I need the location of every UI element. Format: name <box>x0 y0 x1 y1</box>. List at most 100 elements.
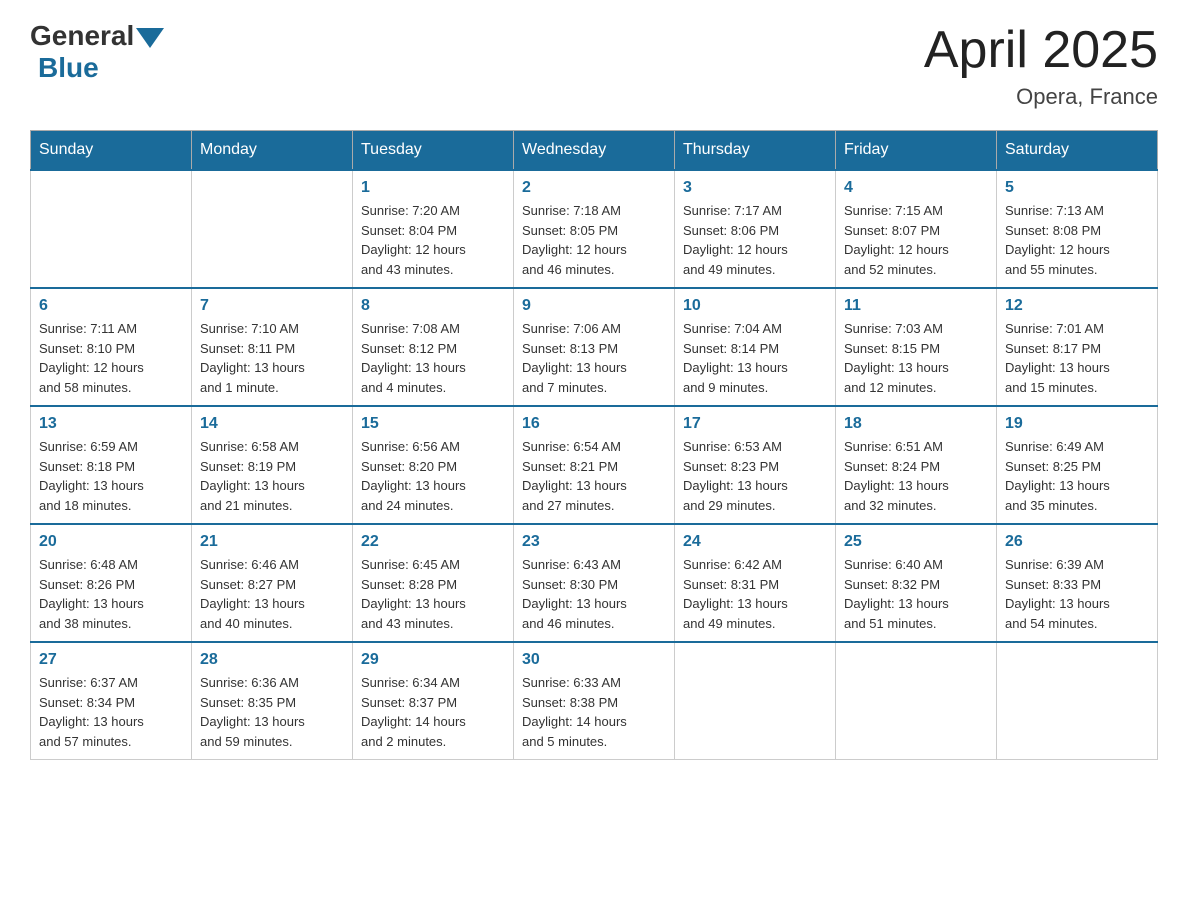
day-info: Sunrise: 6:42 AM Sunset: 8:31 PM Dayligh… <box>683 555 827 633</box>
day-number: 21 <box>200 533 344 551</box>
day-info: Sunrise: 7:18 AM Sunset: 8:05 PM Dayligh… <box>522 201 666 279</box>
day-number: 3 <box>683 179 827 197</box>
day-info: Sunrise: 6:54 AM Sunset: 8:21 PM Dayligh… <box>522 437 666 515</box>
day-info: Sunrise: 7:01 AM Sunset: 8:17 PM Dayligh… <box>1005 319 1149 397</box>
logo: General Blue <box>30 20 164 84</box>
page-header: General Blue April 2025 Opera, France <box>30 20 1158 110</box>
day-number: 26 <box>1005 533 1149 551</box>
week-row-2: 6 Sunrise: 7:11 AM Sunset: 8:10 PM Daylig… <box>31 288 1158 406</box>
calendar-cell <box>192 170 353 288</box>
day-number: 27 <box>39 651 183 669</box>
day-info: Sunrise: 7:11 AM Sunset: 8:10 PM Dayligh… <box>39 319 183 397</box>
weekday-header-tuesday: Tuesday <box>353 131 514 171</box>
day-number: 10 <box>683 297 827 315</box>
calendar-cell: 16 Sunrise: 6:54 AM Sunset: 8:21 PM Dayli… <box>514 406 675 524</box>
weekday-header-wednesday: Wednesday <box>514 131 675 171</box>
calendar-cell: 29Sunrise: 6:34 AM Sunset: 8:37 PM Dayli… <box>353 642 514 760</box>
week-row-1: 1 Sunrise: 7:20 AM Sunset: 8:04 PM Daylig… <box>31 170 1158 288</box>
calendar-cell <box>997 642 1158 760</box>
day-info: Sunrise: 6:45 AM Sunset: 8:28 PM Dayligh… <box>361 555 505 633</box>
day-info: Sunrise: 6:34 AM Sunset: 8:37 PM Dayligh… <box>361 673 505 751</box>
day-info: Sunrise: 6:33 AM Sunset: 8:38 PM Dayligh… <box>522 673 666 751</box>
day-info: Sunrise: 7:10 AM Sunset: 8:11 PM Dayligh… <box>200 319 344 397</box>
day-info: Sunrise: 6:53 AM Sunset: 8:23 PM Dayligh… <box>683 437 827 515</box>
day-number: 18 <box>844 415 988 433</box>
day-number: 15 <box>361 415 505 433</box>
location-subtitle: Opera, France <box>924 84 1158 110</box>
calendar-cell: 8 Sunrise: 7:08 AM Sunset: 8:12 PM Daylig… <box>353 288 514 406</box>
day-info: Sunrise: 7:04 AM Sunset: 8:14 PM Dayligh… <box>683 319 827 397</box>
day-info: Sunrise: 6:51 AM Sunset: 8:24 PM Dayligh… <box>844 437 988 515</box>
day-number: 9 <box>522 297 666 315</box>
day-number: 6 <box>39 297 183 315</box>
title-block: April 2025 Opera, France <box>924 20 1158 110</box>
calendar-cell: 6 Sunrise: 7:11 AM Sunset: 8:10 PM Daylig… <box>31 288 192 406</box>
calendar-table: SundayMondayTuesdayWednesdayThursdayFrid… <box>30 130 1158 760</box>
day-info: Sunrise: 7:15 AM Sunset: 8:07 PM Dayligh… <box>844 201 988 279</box>
day-number: 28 <box>200 651 344 669</box>
calendar-cell: 25 Sunrise: 6:40 AM Sunset: 8:32 PM Dayli… <box>836 524 997 642</box>
day-number: 14 <box>200 415 344 433</box>
day-info: Sunrise: 6:40 AM Sunset: 8:32 PM Dayligh… <box>844 555 988 633</box>
calendar-cell: 26 Sunrise: 6:39 AM Sunset: 8:33 PM Dayli… <box>997 524 1158 642</box>
day-info: Sunrise: 7:17 AM Sunset: 8:06 PM Dayligh… <box>683 201 827 279</box>
day-number: 30 <box>522 651 666 669</box>
calendar-cell: 11 Sunrise: 7:03 AM Sunset: 8:15 PM Dayli… <box>836 288 997 406</box>
calendar-cell: 24 Sunrise: 6:42 AM Sunset: 8:31 PM Dayli… <box>675 524 836 642</box>
day-number: 2 <box>522 179 666 197</box>
calendar-cell: 19 Sunrise: 6:49 AM Sunset: 8:25 PM Dayli… <box>997 406 1158 524</box>
day-info: Sunrise: 6:56 AM Sunset: 8:20 PM Dayligh… <box>361 437 505 515</box>
day-number: 1 <box>361 179 505 197</box>
calendar-cell: 27 Sunrise: 6:37 AM Sunset: 8:34 PM Dayli… <box>31 642 192 760</box>
calendar-cell: 23 Sunrise: 6:43 AM Sunset: 8:30 PM Dayli… <box>514 524 675 642</box>
calendar-cell: 12Sunrise: 7:01 AM Sunset: 8:17 PM Dayli… <box>997 288 1158 406</box>
weekday-header-monday: Monday <box>192 131 353 171</box>
calendar-cell <box>31 170 192 288</box>
logo-triangle-icon <box>136 28 164 48</box>
day-number: 17 <box>683 415 827 433</box>
day-number: 13 <box>39 415 183 433</box>
logo-general-text: General <box>30 20 134 52</box>
day-info: Sunrise: 6:36 AM Sunset: 8:35 PM Dayligh… <box>200 673 344 751</box>
day-number: 8 <box>361 297 505 315</box>
day-number: 23 <box>522 533 666 551</box>
day-info: Sunrise: 7:20 AM Sunset: 8:04 PM Dayligh… <box>361 201 505 279</box>
day-number: 16 <box>522 415 666 433</box>
calendar-cell: 1 Sunrise: 7:20 AM Sunset: 8:04 PM Daylig… <box>353 170 514 288</box>
day-info: Sunrise: 6:48 AM Sunset: 8:26 PM Dayligh… <box>39 555 183 633</box>
calendar-cell: 28 Sunrise: 6:36 AM Sunset: 8:35 PM Dayli… <box>192 642 353 760</box>
day-info: Sunrise: 6:59 AM Sunset: 8:18 PM Dayligh… <box>39 437 183 515</box>
day-info: Sunrise: 6:39 AM Sunset: 8:33 PM Dayligh… <box>1005 555 1149 633</box>
day-number: 5 <box>1005 179 1149 197</box>
weekday-header-thursday: Thursday <box>675 131 836 171</box>
day-info: Sunrise: 6:49 AM Sunset: 8:25 PM Dayligh… <box>1005 437 1149 515</box>
calendar-cell: 21 Sunrise: 6:46 AM Sunset: 8:27 PM Dayli… <box>192 524 353 642</box>
day-number: 7 <box>200 297 344 315</box>
calendar-cell: 10 Sunrise: 7:04 AM Sunset: 8:14 PM Dayli… <box>675 288 836 406</box>
calendar-header-row: SundayMondayTuesdayWednesdayThursdayFrid… <box>31 131 1158 171</box>
day-number: 4 <box>844 179 988 197</box>
day-info: Sunrise: 7:03 AM Sunset: 8:15 PM Dayligh… <box>844 319 988 397</box>
calendar-cell: 7 Sunrise: 7:10 AM Sunset: 8:11 PM Daylig… <box>192 288 353 406</box>
calendar-cell: 30 Sunrise: 6:33 AM Sunset: 8:38 PM Dayli… <box>514 642 675 760</box>
day-number: 20 <box>39 533 183 551</box>
calendar-cell: 13 Sunrise: 6:59 AM Sunset: 8:18 PM Dayli… <box>31 406 192 524</box>
calendar-cell: 22Sunrise: 6:45 AM Sunset: 8:28 PM Dayli… <box>353 524 514 642</box>
day-info: Sunrise: 7:13 AM Sunset: 8:08 PM Dayligh… <box>1005 201 1149 279</box>
day-info: Sunrise: 7:06 AM Sunset: 8:13 PM Dayligh… <box>522 319 666 397</box>
day-info: Sunrise: 6:37 AM Sunset: 8:34 PM Dayligh… <box>39 673 183 751</box>
day-number: 19 <box>1005 415 1149 433</box>
day-number: 24 <box>683 533 827 551</box>
day-info: Sunrise: 6:46 AM Sunset: 8:27 PM Dayligh… <box>200 555 344 633</box>
logo-blue-text: Blue <box>38 52 99 83</box>
calendar-cell: 2 Sunrise: 7:18 AM Sunset: 8:05 PM Daylig… <box>514 170 675 288</box>
calendar-cell: 17 Sunrise: 6:53 AM Sunset: 8:23 PM Dayli… <box>675 406 836 524</box>
day-number: 25 <box>844 533 988 551</box>
weekday-header-friday: Friday <box>836 131 997 171</box>
day-info: Sunrise: 7:08 AM Sunset: 8:12 PM Dayligh… <box>361 319 505 397</box>
day-number: 11 <box>844 297 988 315</box>
calendar-cell: 18 Sunrise: 6:51 AM Sunset: 8:24 PM Dayli… <box>836 406 997 524</box>
day-info: Sunrise: 6:43 AM Sunset: 8:30 PM Dayligh… <box>522 555 666 633</box>
calendar-cell <box>836 642 997 760</box>
weekday-header-sunday: Sunday <box>31 131 192 171</box>
